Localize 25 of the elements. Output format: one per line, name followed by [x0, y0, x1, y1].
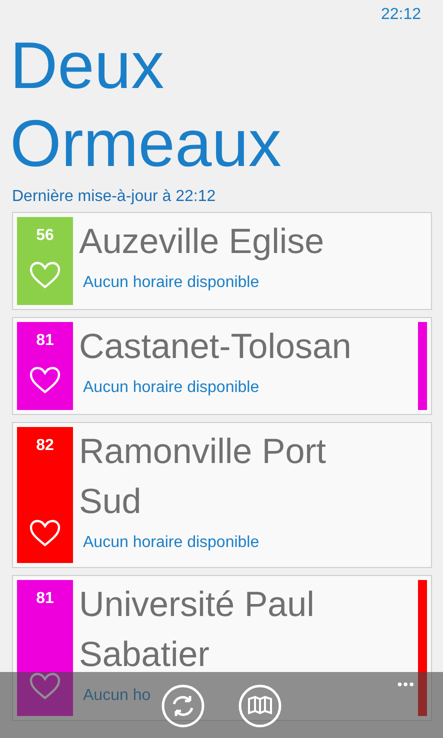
- stop-name: Université Paul Sabatier: [79, 584, 316, 676]
- stop-name: Ramonville Port Sud: [79, 431, 328, 523]
- schedule-status: Aucun horaire disponible: [82, 533, 260, 553]
- stop-card[interactable]: 81 Castanet-Tolosan Aucun horaire disponible: [12, 317, 432, 415]
- stop-card[interactable]: 56 Auzeville Eglise Aucun horaire disponible: [12, 212, 432, 310]
- line-number: 81: [36, 590, 54, 608]
- more-button[interactable]: •••: [397, 676, 415, 692]
- line-number: 81: [36, 332, 54, 350]
- stop-card[interactable]: 82 Ramonville Port Sud Aucun horaire disponible: [12, 422, 432, 568]
- refresh-icon[interactable]: [161, 684, 205, 728]
- stop-name: Castanet-Tolosan: [79, 326, 352, 368]
- last-update-text: Dernière mise-à-jour à 22:12: [12, 188, 217, 206]
- map-icon[interactable]: [238, 684, 282, 728]
- page-title: Deux Ormeaux: [10, 27, 282, 182]
- line-number: 56: [36, 227, 54, 245]
- schedule-status: Aucun horaire disponible: [82, 378, 260, 398]
- heart-icon[interactable]: [29, 672, 61, 700]
- heart-icon[interactable]: [29, 519, 61, 547]
- clock-time: 22:12: [380, 6, 421, 25]
- line-number: 82: [36, 437, 54, 455]
- stop-name: Auzeville Eglise: [79, 221, 326, 263]
- heart-icon[interactable]: [29, 366, 61, 394]
- heart-icon[interactable]: [29, 261, 61, 289]
- schedule-status: Aucun horaire disponible: [82, 273, 260, 293]
- schedule-status: Aucun ho: [82, 686, 151, 706]
